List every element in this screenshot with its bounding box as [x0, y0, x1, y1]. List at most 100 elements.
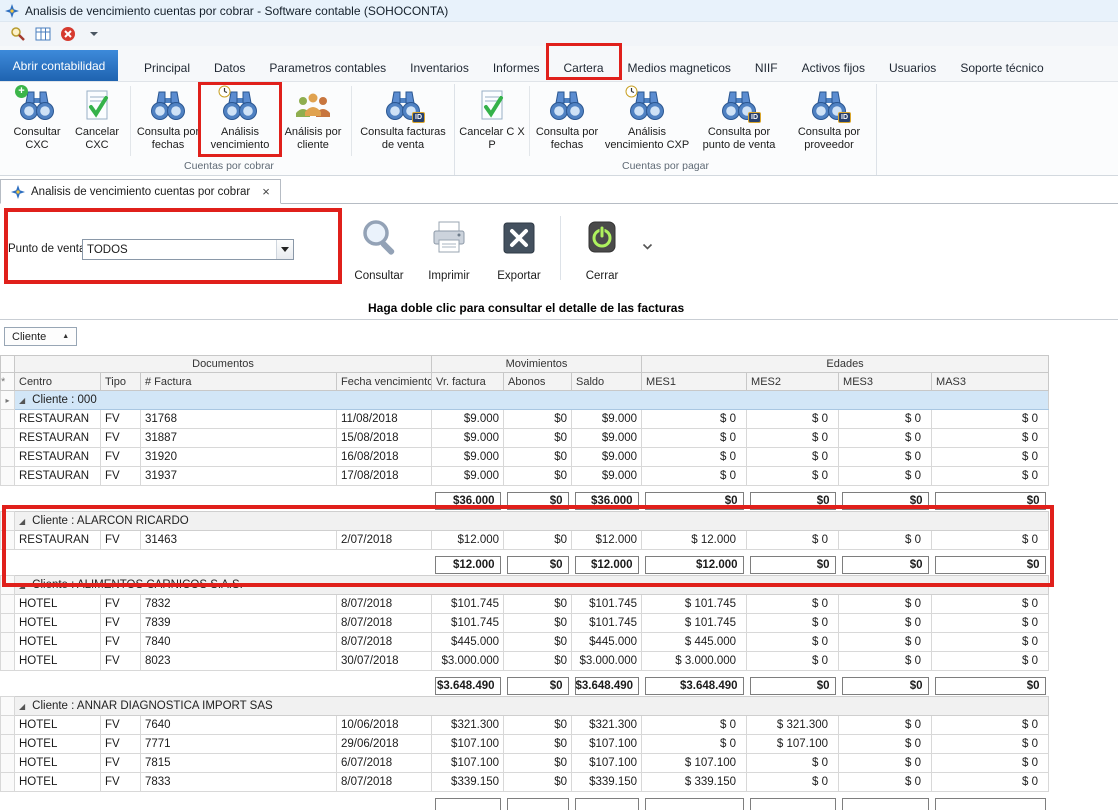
column-header-factura[interactable]: # Factura [141, 373, 337, 391]
cell-mas3: $ 0 [932, 614, 1049, 633]
ribbon-button-cancelar-c-x-p[interactable]: Cancelar C X P [458, 84, 526, 160]
invoice-row[interactable]: HOTELFV777129/06/2018$107.100$0$107.100$… [1, 735, 1049, 754]
select-dropdown-button[interactable] [276, 240, 293, 259]
total-cell-mes1: $12.000 [642, 550, 747, 576]
column-header-mes3[interactable]: MES3 [839, 373, 932, 391]
total-box: $0 [935, 677, 1046, 695]
qat-overflow-icon[interactable] [90, 32, 98, 36]
invoice-row[interactable]: HOTELFV78328/07/2018$101.745$0$101.745$ … [1, 595, 1049, 614]
ribbon-button-consulta-por-proveedor[interactable]: IDConsulta por proveedor [785, 84, 873, 160]
total-cell-mes3: $0 [839, 550, 932, 576]
tab-cartera[interactable]: Cartera [552, 55, 616, 81]
invoice-row[interactable]: HOTELFV764010/06/2018$321.300$0$321.300$… [1, 716, 1049, 735]
column-header-mes2[interactable]: MES2 [747, 373, 839, 391]
cell-factura: 7840 [141, 633, 337, 652]
tab-activos-fijos[interactable]: Activos fijos [790, 55, 877, 81]
cell-saldo: $9.000 [572, 410, 642, 429]
ribbon-group-label: Cuentas por pagar [458, 160, 873, 175]
group-total-row: $3.648.490$0$3.648.490$3.648.490$0$0$0 [1, 671, 1049, 697]
tab-niif[interactable]: NIIF [743, 55, 790, 81]
document-tab[interactable]: Analisis de vencimiento cuentas por cobr… [0, 179, 281, 204]
total-cell-saldo: $12.000 [572, 550, 642, 576]
ribbon-button-consulta-por-fechas[interactable]: Consulta por fechas [134, 84, 202, 160]
tab-parametros-contables[interactable]: Parametros contables [257, 55, 398, 81]
open-accounting-button[interactable]: Abrir contabilidad [0, 50, 118, 81]
invoice-row[interactable]: HOTELFV78156/07/2018$107.100$0$107.100$ … [1, 754, 1049, 773]
invoice-row[interactable]: HOTELFV78398/07/2018$101.745$0$101.745$ … [1, 614, 1049, 633]
total-cell-mes3: $0 [839, 486, 932, 512]
ribbon-group-label: Cuentas por cobrar [7, 160, 451, 175]
row-selector [1, 531, 15, 550]
column-header-mes1[interactable]: MES1 [642, 373, 747, 391]
total-box: $0 [750, 677, 836, 695]
cell-tipo: FV [101, 531, 141, 550]
group-expand-icon[interactable]: ◢ [19, 581, 25, 590]
tab-principal[interactable]: Principal [132, 55, 202, 81]
ribbon-button-analisis-vencimiento-cxp[interactable]: Análisis vencimiento CXP [601, 84, 693, 160]
invoice-row[interactable]: RESTAURANFV314632/07/2018$12.000$0$12.00… [1, 531, 1049, 550]
row-selector [1, 671, 15, 697]
exportar-button[interactable]: Exportar [484, 214, 554, 282]
cell-vr-factura: $12.000 [432, 531, 504, 550]
cell-tipo: FV [101, 773, 141, 792]
cell-mas3: $ 0 [932, 652, 1049, 671]
check-doc-icon [473, 87, 511, 124]
group-row[interactable]: ◢Cliente : ALIMENTOS CARNICOS S.A.S. [1, 576, 1049, 595]
ribbon-tab-row: Abrir contabilidad PrincipalDatosParamet… [0, 46, 1118, 82]
column-header-saldo[interactable]: Saldo [572, 373, 642, 391]
tab-medios-magneticos[interactable]: Medios magneticos [616, 55, 743, 81]
tab-datos[interactable]: Datos [202, 55, 257, 81]
qat-search-icon[interactable] [9, 25, 27, 43]
punto-de-venta-select[interactable]: TODOS [82, 239, 294, 260]
cell-mas3: $ 0 [932, 716, 1049, 735]
invoice-row[interactable]: RESTAURANFV3188715/08/2018$9.000$0$9.000… [1, 429, 1049, 448]
cell-abonos: $0 [504, 531, 572, 550]
column-header-vr-factura[interactable]: Vr. factura [432, 373, 504, 391]
ribbon-button-cancelar-cxc[interactable]: Cancelar CXC [67, 84, 127, 160]
ribbon-button-analisis-por-cliente[interactable]: Análisis por cliente [278, 84, 348, 160]
sort-asc-icon: ▲ [62, 333, 69, 340]
cell-mes2: $ 0 [747, 448, 839, 467]
ribbon-button-consulta-por-fechas[interactable]: Consulta por fechas [533, 84, 601, 160]
ribbon-button-analisis-vencimiento[interactable]: Análisis vencimiento [202, 84, 278, 160]
consultar-button[interactable]: Consultar [344, 214, 414, 282]
group-row[interactable]: ◢Cliente : ANNAR DIAGNOSTICA IMPORT SAS [1, 697, 1049, 716]
invoice-row[interactable]: HOTELFV78408/07/2018$445.000$0$445.000$ … [1, 633, 1049, 652]
tab-inventarios[interactable]: Inventarios [398, 55, 481, 81]
column-header-tipo[interactable]: Tipo [101, 373, 141, 391]
total-box: $0 [935, 556, 1046, 574]
total-box: $0 [750, 492, 836, 510]
clock-overlay-icon [218, 85, 231, 98]
action-button-label: Exportar [497, 270, 540, 282]
invoice-row[interactable]: RESTAURANFV3193717/08/2018$9.000$0$9.000… [1, 467, 1049, 486]
ribbon-button-consulta-por-punto-de-venta[interactable]: IDConsulta por punto de venta [693, 84, 785, 160]
group-expand-icon[interactable]: ◢ [19, 396, 25, 405]
title-bar: Analisis de vencimiento cuentas por cobr… [0, 0, 1118, 22]
tab-close-icon[interactable]: × [256, 184, 270, 199]
tab-soporte-tecnico[interactable]: Soporte técnico [948, 55, 1055, 81]
cell-mes2: $ 0 [747, 429, 839, 448]
qat-close-icon[interactable] [59, 25, 77, 43]
invoice-row[interactable]: HOTELFV78338/07/2018$339.150$0$339.150$ … [1, 773, 1049, 792]
group-row[interactable]: ▸◢Cliente : 000 [1, 391, 1049, 410]
column-header-centro[interactable]: Centro [15, 373, 101, 391]
group-expand-icon[interactable]: ◢ [19, 517, 25, 526]
group-by-chip-cliente[interactable]: Cliente ▲ [4, 327, 77, 346]
invoice-row[interactable]: RESTAURANFV3192016/08/2018$9.000$0$9.000… [1, 448, 1049, 467]
tab-usuarios[interactable]: Usuarios [877, 55, 948, 81]
group-expand-icon[interactable]: ◢ [19, 702, 25, 711]
column-header-mas3[interactable]: MAS3 [932, 373, 1049, 391]
cell-saldo: $321.300 [572, 716, 642, 735]
column-header-abonos[interactable]: Abonos [504, 373, 572, 391]
more-options-chevron-icon[interactable] [642, 240, 653, 254]
column-header-fecha-vencimiento[interactable]: Fecha vencimiento [337, 373, 432, 391]
group-row[interactable]: ◢Cliente : ALARCON RICARDO [1, 512, 1049, 531]
invoice-row[interactable]: HOTELFV802330/07/2018$3.000.000$0$3.000.… [1, 652, 1049, 671]
imprimir-button[interactable]: Imprimir [414, 214, 484, 282]
close-button[interactable]: Cerrar [567, 214, 637, 282]
qat-table-icon[interactable] [34, 25, 52, 43]
invoice-row[interactable]: RESTAURANFV3176811/08/2018$9.000$0$9.000… [1, 410, 1049, 429]
tab-informes[interactable]: Informes [481, 55, 552, 81]
ribbon-button-consulta-facturas-de-venta[interactable]: IDConsulta facturas de venta [355, 84, 451, 160]
ribbon-button-consultar-cxc[interactable]: +Consultar CXC [7, 84, 67, 160]
